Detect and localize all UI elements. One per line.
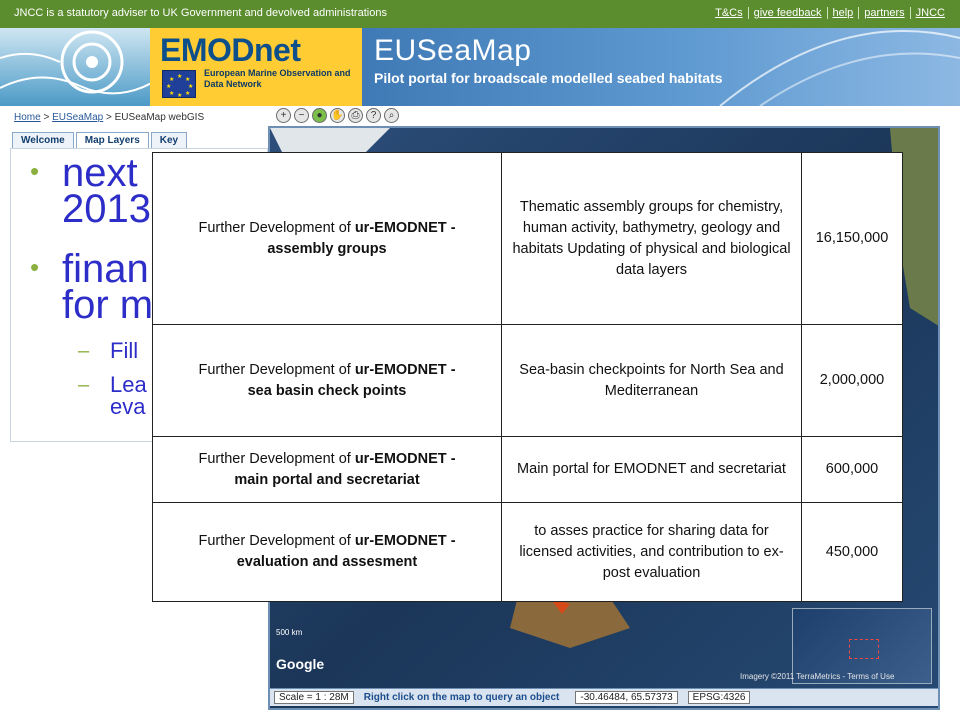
emodnet-title: EMODnet [160, 32, 301, 68]
euseamap-header: EUSeaMap Pilot portal for broadscale mod… [362, 28, 960, 106]
activity-prefix: Further Development of [198, 361, 355, 378]
zoom-out-icon[interactable]: − [294, 108, 309, 123]
zoom-in-icon[interactable]: + [276, 108, 291, 123]
eu-flag-icon: ★ ★ ★ ★ ★ ★ ★ ★ [162, 70, 196, 99]
bullet-year: 2013 [62, 187, 151, 231]
google-logo: Google [276, 656, 325, 672]
activity-cell: Further Development of ur-EMODNET - eval… [152, 502, 502, 602]
dash-icon: – [78, 374, 90, 396]
identify-icon[interactable]: ? [366, 108, 381, 123]
search-icon[interactable]: ⌕ [384, 108, 399, 123]
globe-icon[interactable]: ● [312, 108, 327, 123]
activity-title: sea basin check points [247, 382, 407, 399]
site-title: EUSeaMap [374, 34, 532, 67]
wave-logo-icon [0, 30, 160, 95]
site-banner: EMODnet ★ ★ ★ ★ ★ ★ ★ ★ European Marine … [0, 28, 960, 106]
activity-separator: - [446, 450, 456, 467]
jncc-notice: JNCC is a statutory adviser to UK Govern… [14, 7, 387, 19]
bullet-finance-cont: for m [62, 283, 154, 327]
wave-graphic [0, 28, 160, 106]
help-link[interactable]: help [826, 7, 859, 19]
top-bar: JNCC is a statutory adviser to UK Govern… [0, 0, 960, 28]
query-hint: Right click on the map to query an objec… [363, 692, 560, 703]
activity-cell: Further Development of ur-EMODNET - main… [152, 436, 502, 503]
partners-link[interactable]: partners [858, 7, 909, 19]
activity-brand: ur-EMODNET [354, 533, 447, 549]
panel-tabs: Welcome Map Layers Key [12, 132, 188, 148]
breadcrumb-current: EUSeaMap webGIS [114, 112, 205, 123]
bullet-icon: • [30, 156, 40, 186]
map-toolbar: + − ● ✋ ⎙ ? ⌕ [276, 108, 399, 123]
amount-cell: 450,000 [801, 502, 903, 602]
bullet-icon: • [30, 252, 40, 282]
activity-prefix: Further Development of [198, 533, 355, 549]
overview-extent-box[interactable] [849, 639, 879, 659]
table-row: Further Development of ur-EMODNET - sea … [152, 324, 903, 437]
description-cell: Sea-basin checkpoints for North Sea and … [501, 324, 802, 437]
site-subtitle: Pilot portal for broadscale modelled sea… [374, 70, 723, 86]
sub-bullet-fill: Fill [110, 338, 139, 363]
emodnet-logo[interactable]: EMODnet ★ ★ ★ ★ ★ ★ ★ ★ European Marine … [150, 28, 362, 106]
tab-key[interactable]: Key [150, 132, 188, 148]
tab-map-layers[interactable]: Map Layers [75, 132, 149, 148]
activity-brand: ur-EMODNET [354, 219, 447, 236]
activity-separator: - [446, 361, 456, 378]
activity-cell: Further Development of ur-EMODNET - asse… [152, 152, 502, 325]
breadcrumb-euseamap[interactable]: EUSeaMap [52, 112, 103, 123]
print-icon[interactable]: ⎙ [348, 108, 363, 123]
amount-cell: 2,000,000 [801, 324, 903, 437]
activity-title: main portal and secretariat [234, 471, 420, 488]
activity-brand: ur-EMODNET [354, 361, 447, 378]
activity-prefix: Further Development of [198, 219, 355, 236]
activity-prefix: Further Development of [198, 450, 355, 467]
description-cell: Main portal for EMODNET and secretariat [501, 436, 802, 503]
map-copyright: Imagery ©2011 TerraMetrics - Terms of Us… [740, 672, 895, 681]
table-row: Further Development of ur-EMODNET - main… [152, 436, 903, 503]
amount-cell: 16,150,000 [801, 152, 903, 325]
tab-welcome[interactable]: Welcome [12, 132, 74, 148]
map-status-bar: Scale = 1 : 28M Right click on the map t… [270, 688, 938, 706]
activity-separator: - [446, 533, 456, 549]
jncc-link[interactable]: JNCC [909, 7, 950, 19]
sub-bullet-eva: eva [110, 394, 146, 419]
activity-title: assembly groups [267, 240, 387, 257]
projection-readout: EPSG:4326 [687, 691, 751, 704]
description-cell: to asses practice for sharing data for l… [501, 502, 802, 602]
emodnet-subtitle: European Marine Observation and Data Net… [204, 68, 351, 89]
dash-icon: – [78, 340, 90, 362]
map-scale-bar: 500 km [276, 628, 303, 637]
activity-title: evaluation and assesment [236, 554, 418, 570]
activity-brand: ur-EMODNET [354, 450, 447, 467]
pan-hand-icon[interactable]: ✋ [330, 108, 345, 123]
breadcrumb: Home > EUSeaMap > EUSeaMap webGIS [14, 112, 205, 123]
top-links: T&Cs give feedback help partners JNCC [710, 7, 950, 19]
description-cell: Thematic assembly groups for chemistry, … [501, 152, 802, 325]
amount-cell: 600,000 [801, 436, 903, 503]
sub-bullet-lea: Lea [110, 372, 147, 397]
decorative-arc-icon [719, 29, 960, 106]
table-row: Further Development of ur-EMODNET - eval… [152, 502, 903, 602]
budget-table: Further Development of ur-EMODNET - asse… [152, 152, 903, 602]
scale-readout: Scale = 1 : 28M [274, 691, 354, 704]
feedback-link[interactable]: give feedback [747, 7, 827, 19]
activity-cell: Further Development of ur-EMODNET - sea … [152, 324, 502, 437]
breadcrumb-home[interactable]: Home [14, 112, 41, 123]
activity-separator: - [446, 219, 456, 236]
coordinate-readout: -30.46484, 65.57373 [575, 691, 678, 704]
table-row: Further Development of ur-EMODNET - asse… [152, 152, 903, 325]
terms-link[interactable]: T&Cs [710, 7, 748, 19]
